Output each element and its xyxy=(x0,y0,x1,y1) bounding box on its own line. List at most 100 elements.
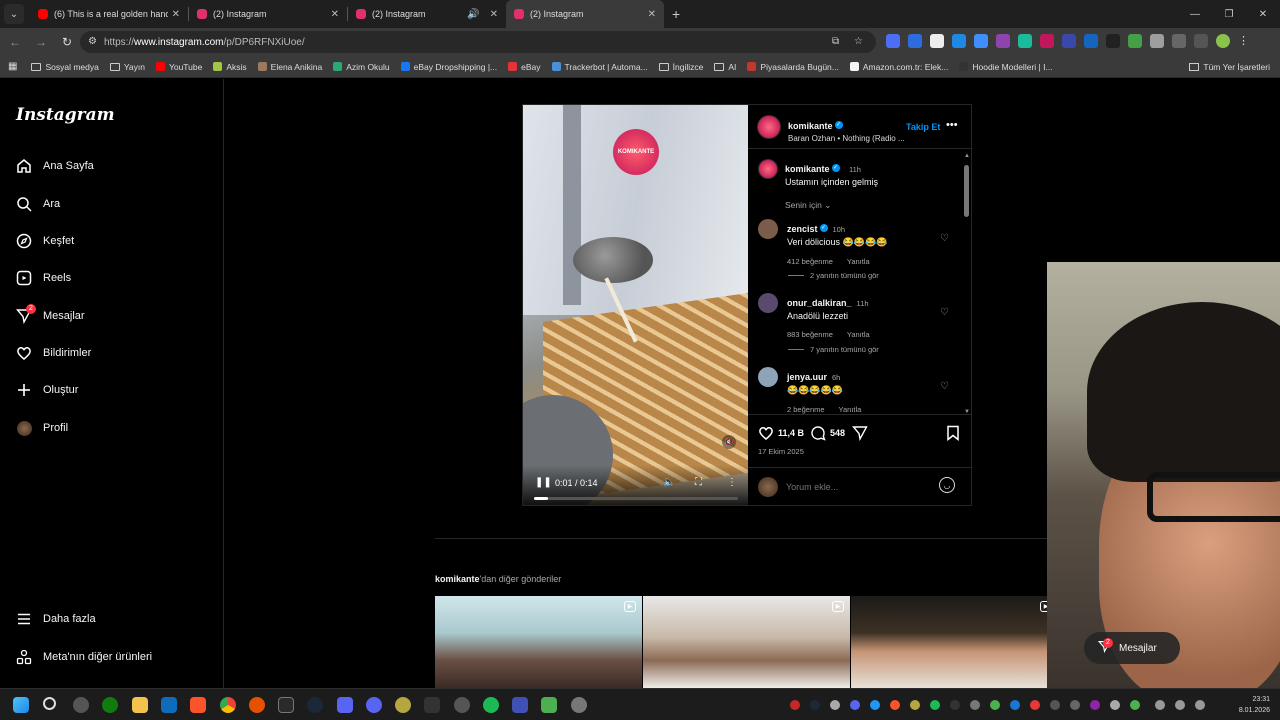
app-icon[interactable] xyxy=(73,697,89,713)
forward-icon[interactable]: → xyxy=(30,35,52,49)
author-username[interactable]: komikante xyxy=(788,121,833,131)
reply-button[interactable]: Yanıtla xyxy=(847,257,870,266)
app-icon[interactable] xyxy=(424,697,440,713)
caption-username[interactable]: komikante xyxy=(785,164,830,174)
extension-icon[interactable] xyxy=(930,34,944,48)
comment-input[interactable] xyxy=(786,478,926,496)
tray-icon[interactable] xyxy=(930,700,940,710)
bookmark-item[interactable]: eBay xyxy=(508,62,541,72)
instagram-logo[interactable]: Instagram xyxy=(16,105,115,125)
view-replies-button[interactable]: 2 yanıtın tümünü gör xyxy=(788,271,879,280)
profile-avatar-icon[interactable] xyxy=(1216,34,1230,48)
volume-icon[interactable] xyxy=(1195,700,1205,710)
sidebar-item-meta[interactable]: Meta'nın diğer ürünleri xyxy=(16,649,152,665)
tray-icon[interactable] xyxy=(790,700,800,710)
tray-icon[interactable] xyxy=(990,700,1000,710)
app-icon[interactable] xyxy=(571,697,587,713)
extensions-puzzle-icon[interactable] xyxy=(1172,34,1186,48)
comment-like-heart-icon[interactable]: ♡ xyxy=(940,381,949,392)
messages-floating-button[interactable]: 2 Mesajlar xyxy=(1084,632,1180,664)
new-tab-icon[interactable]: + xyxy=(672,6,680,22)
comments-scrollbar[interactable]: ▲ ▼ xyxy=(963,153,970,415)
all-bookmarks[interactable]: Tüm Yer İşaretleri xyxy=(1189,62,1270,72)
video-more-icon[interactable]: ⋮ xyxy=(727,477,737,488)
more-posts-username[interactable]: komikante xyxy=(435,574,480,584)
emoji-icon[interactable]: ◡ xyxy=(939,477,955,493)
post-thumbnail[interactable]: ▶ xyxy=(851,596,1058,688)
app-icon[interactable] xyxy=(454,697,470,713)
video-progress-bar[interactable] xyxy=(534,497,738,500)
restore-icon[interactable]: ❐ xyxy=(1212,0,1246,28)
browser-tab-4-active[interactable]: (2) Instagram ✕ xyxy=(506,0,664,28)
address-bar[interactable]: ⚙ https://www.instagram.com/p/DP6RFNXiUo… xyxy=(80,31,876,53)
microphone-icon[interactable] xyxy=(1175,700,1185,710)
windows-start-icon[interactable] xyxy=(13,697,29,713)
extension-icon[interactable] xyxy=(908,34,922,48)
bookmark-item[interactable]: AI xyxy=(714,62,736,72)
for-you-sort[interactable]: Senin için ⌄ xyxy=(785,200,831,211)
app-icon[interactable] xyxy=(541,697,557,713)
tray-icon[interactable] xyxy=(970,700,980,710)
volume-icon[interactable]: 🔈 xyxy=(663,477,675,488)
app-icon[interactable] xyxy=(337,697,353,713)
bookmark-item[interactable]: Hoodie Modelleri | I... xyxy=(959,62,1053,72)
tray-icon[interactable] xyxy=(810,700,820,710)
extension-icon[interactable] xyxy=(974,34,988,48)
bookmark-item[interactable]: Piyasalarda Bugün... xyxy=(747,62,839,72)
media-icon[interactable] xyxy=(1194,34,1208,48)
search-icon[interactable] xyxy=(43,697,56,710)
xbox-icon[interactable] xyxy=(102,697,118,713)
extension-icon[interactable] xyxy=(996,34,1010,48)
extension-icon[interactable] xyxy=(1040,34,1054,48)
sidebar-item-more[interactable]: Daha fazla xyxy=(16,611,96,627)
bookmark-item[interactable]: Yayın xyxy=(109,62,145,72)
install-app-icon[interactable]: ⧉ xyxy=(832,36,839,47)
tray-icon[interactable] xyxy=(950,700,960,710)
sidebar-item-notifications[interactable]: Bildirimler xyxy=(16,345,91,361)
tray-icon[interactable] xyxy=(1070,700,1080,710)
share-icon[interactable] xyxy=(851,425,868,444)
commenter-avatar[interactable] xyxy=(758,293,778,313)
commenter-avatar[interactable] xyxy=(758,367,778,387)
browser-tab-1[interactable]: (6) This is a real golden hand! T ✕ xyxy=(30,0,188,28)
bookmark-item[interactable]: Sosyal medya xyxy=(31,62,99,72)
browser-tab-2[interactable]: (2) Instagram ✕ xyxy=(189,0,347,28)
reel-video[interactable]: KOMIKANTE 🔇 ❚❚ 0:01 / 0:14 🔈 ⛶ ⋮ xyxy=(523,105,748,505)
epic-games-icon[interactable] xyxy=(278,697,294,713)
bookmark-item[interactable]: İngilizce xyxy=(658,62,703,72)
sidebar-item-messages[interactable]: 2 Mesajlar xyxy=(16,304,85,324)
app-icon[interactable] xyxy=(249,697,265,713)
audio-track[interactable]: Baran Ozhan • Nothing (Radio ... xyxy=(788,134,905,143)
scroll-up-icon[interactable]: ▲ xyxy=(964,153,970,159)
site-info-icon[interactable]: ⚙ xyxy=(88,36,97,47)
author-avatar[interactable] xyxy=(757,115,781,139)
reload-icon[interactable]: ↻ xyxy=(56,35,78,49)
post-thumbnail[interactable]: ▶ xyxy=(435,596,642,688)
network-icon[interactable] xyxy=(1155,700,1165,710)
apps-grid-icon[interactable]: ▦ xyxy=(8,61,17,72)
author-avatar[interactable] xyxy=(758,159,778,179)
post-options-icon[interactable]: ••• xyxy=(946,119,958,131)
comment-likes[interactable]: 883 beğenme xyxy=(787,330,833,339)
post-thumbnail[interactable]: ▶ xyxy=(643,596,850,688)
tray-icon[interactable] xyxy=(1030,700,1040,710)
tray-icon[interactable] xyxy=(1010,700,1020,710)
tray-icon[interactable] xyxy=(1050,700,1060,710)
comment-like-heart-icon[interactable]: ♡ xyxy=(940,307,949,318)
tray-icon[interactable] xyxy=(1130,700,1140,710)
bookmark-item[interactable]: eBay Dropshipping |... xyxy=(400,62,497,72)
pause-icon[interactable]: ❚❚ xyxy=(535,477,552,488)
comment-bubble-icon[interactable] xyxy=(810,425,826,444)
close-window-icon[interactable]: ✕ xyxy=(1246,0,1280,28)
bookmark-item[interactable]: Elena Anikina xyxy=(257,62,322,72)
save-bookmark-icon[interactable] xyxy=(946,425,960,444)
extension-icon[interactable] xyxy=(1150,34,1164,48)
discord-icon[interactable] xyxy=(366,697,382,713)
steam-icon[interactable] xyxy=(307,697,323,713)
extension-icon[interactable] xyxy=(1018,34,1032,48)
tab-search-button[interactable]: ⌄ xyxy=(4,4,24,24)
tray-icon[interactable] xyxy=(830,700,840,710)
tray-icon[interactable] xyxy=(850,700,860,710)
muted-icon[interactable]: 🔇 xyxy=(722,435,736,449)
sidebar-item-home[interactable]: Ana Sayfa xyxy=(16,158,94,174)
